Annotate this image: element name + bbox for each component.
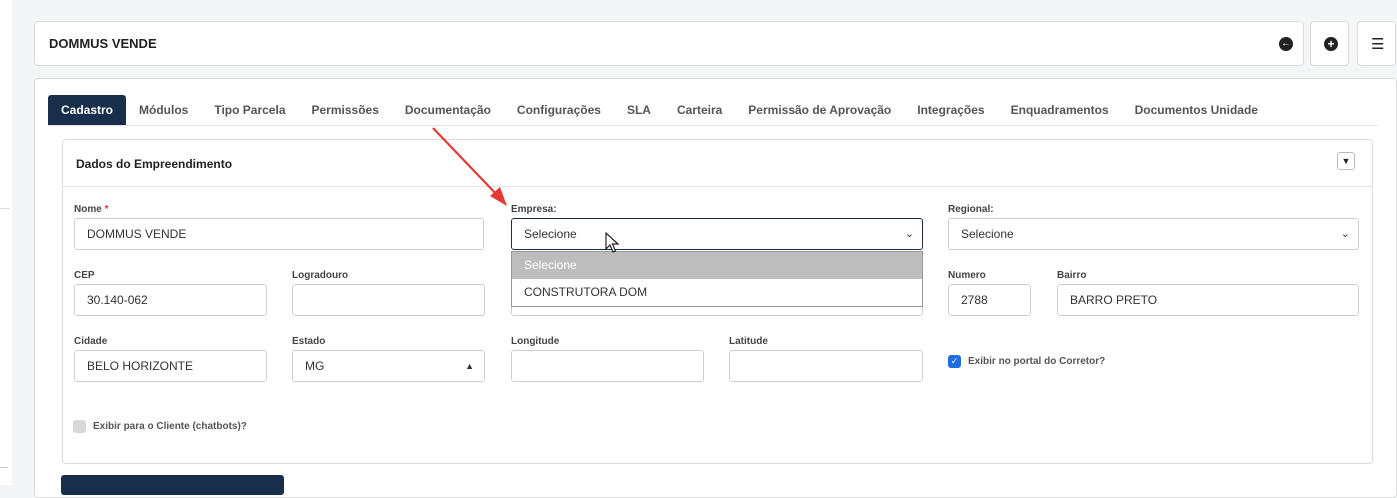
regional-selected-value: Selecione xyxy=(961,227,1014,241)
tab-cadastro[interactable]: Cadastro xyxy=(48,95,127,125)
tab-permissoes[interactable]: Permissões xyxy=(299,95,392,125)
cidade-field[interactable]: BELO HORIZONTE xyxy=(74,350,267,382)
exibir-corretor-checkbox[interactable]: ✓ xyxy=(948,355,961,368)
empresa-dropdown-list: Selecione CONSTRUTORA DOM xyxy=(511,251,923,307)
bairro-label: Bairro xyxy=(1057,270,1087,281)
numero-label: Numero xyxy=(948,270,986,281)
tab-sla[interactable]: SLA xyxy=(614,95,664,125)
latitude-label: Latitude xyxy=(729,336,768,347)
cep-field[interactable]: 30.140-062 xyxy=(74,284,267,316)
nome-label: Nome * xyxy=(74,204,109,215)
tab-integracoes[interactable]: Integrações xyxy=(904,95,997,125)
divider xyxy=(0,208,10,209)
header-bar: DOMMUS VENDE ← xyxy=(34,21,1304,66)
nome-field[interactable]: DOMMUS VENDE xyxy=(74,218,484,250)
numero-field[interactable]: 2788 xyxy=(948,284,1031,316)
dropdown-option[interactable]: CONSTRUTORA DOM xyxy=(512,279,922,306)
menu-button[interactable]: ☰ xyxy=(1357,21,1396,66)
submit-button[interactable] xyxy=(61,475,284,495)
empresa-selected-value: Selecione xyxy=(524,227,577,241)
left-edge xyxy=(0,0,12,485)
tab-documentacao[interactable]: Documentação xyxy=(392,95,504,125)
exibir-corretor-label: Exibir no portal do Corretor? xyxy=(968,356,1106,367)
cidade-label: Cidade xyxy=(74,336,108,347)
plus-circle-icon: + xyxy=(1324,37,1338,51)
regional-select[interactable]: Selecione ⌄ xyxy=(948,218,1359,250)
longitude-label: Longitude xyxy=(511,336,560,347)
tab-enquadramentos[interactable]: Enquadramentos xyxy=(998,95,1122,125)
mouse-cursor-icon xyxy=(605,232,620,253)
hamburger-menu-icon: ☰ xyxy=(1371,36,1385,53)
tab-tipo-parcela[interactable]: Tipo Parcela xyxy=(201,95,298,125)
sort-icon: ▲ xyxy=(465,361,474,371)
exibir-cliente-checkbox[interactable] xyxy=(73,420,86,433)
exibir-cliente-label: Exibir para o Cliente (chatbots)? xyxy=(93,421,247,432)
estado-select[interactable]: MG ▲ xyxy=(292,350,485,382)
page-title: DOMMUS VENDE xyxy=(49,36,157,51)
tab-modulos[interactable]: Módulos xyxy=(126,95,201,125)
logradouro-field[interactable] xyxy=(292,284,485,316)
tab-underline xyxy=(48,125,1378,126)
tab-carteira[interactable]: Carteira xyxy=(664,95,735,125)
tab-bar: Cadastro Módulos Tipo Parcela Permissões… xyxy=(48,95,1271,125)
cep-label: CEP xyxy=(74,270,95,281)
latitude-field[interactable] xyxy=(729,350,923,382)
empresa-select[interactable]: Selecione ⌄ xyxy=(511,218,923,250)
regional-label: Regional: xyxy=(948,204,994,215)
empresa-label: Empresa: xyxy=(511,204,557,215)
tab-documentos-unidade[interactable]: Documentos Unidade xyxy=(1122,95,1271,125)
divider xyxy=(0,467,8,468)
longitude-field[interactable] xyxy=(511,350,704,382)
estado-selected-value: MG xyxy=(305,359,325,373)
chevron-down-icon: ⌄ xyxy=(904,228,914,240)
arrow-left-circle-icon[interactable]: ← xyxy=(1279,37,1293,51)
estado-label: Estado xyxy=(292,336,326,347)
section-header[interactable]: Dados do Empreendimento ▼ xyxy=(63,140,1372,187)
tab-permissao-aprovacao[interactable]: Permissão de Aprovação xyxy=(735,95,904,125)
chevron-down-icon[interactable]: ▼ xyxy=(1337,152,1355,170)
section-title: Dados do Empreendimento xyxy=(76,157,233,171)
chevron-down-icon: ⌄ xyxy=(1340,228,1350,240)
logradouro-label: Logradouro xyxy=(292,270,349,281)
dropdown-option[interactable]: Selecione xyxy=(512,252,922,279)
bairro-field[interactable]: BARRO PRETO xyxy=(1057,284,1359,316)
tab-configuracoes[interactable]: Configurações xyxy=(504,95,614,125)
add-button[interactable]: + xyxy=(1310,21,1349,66)
